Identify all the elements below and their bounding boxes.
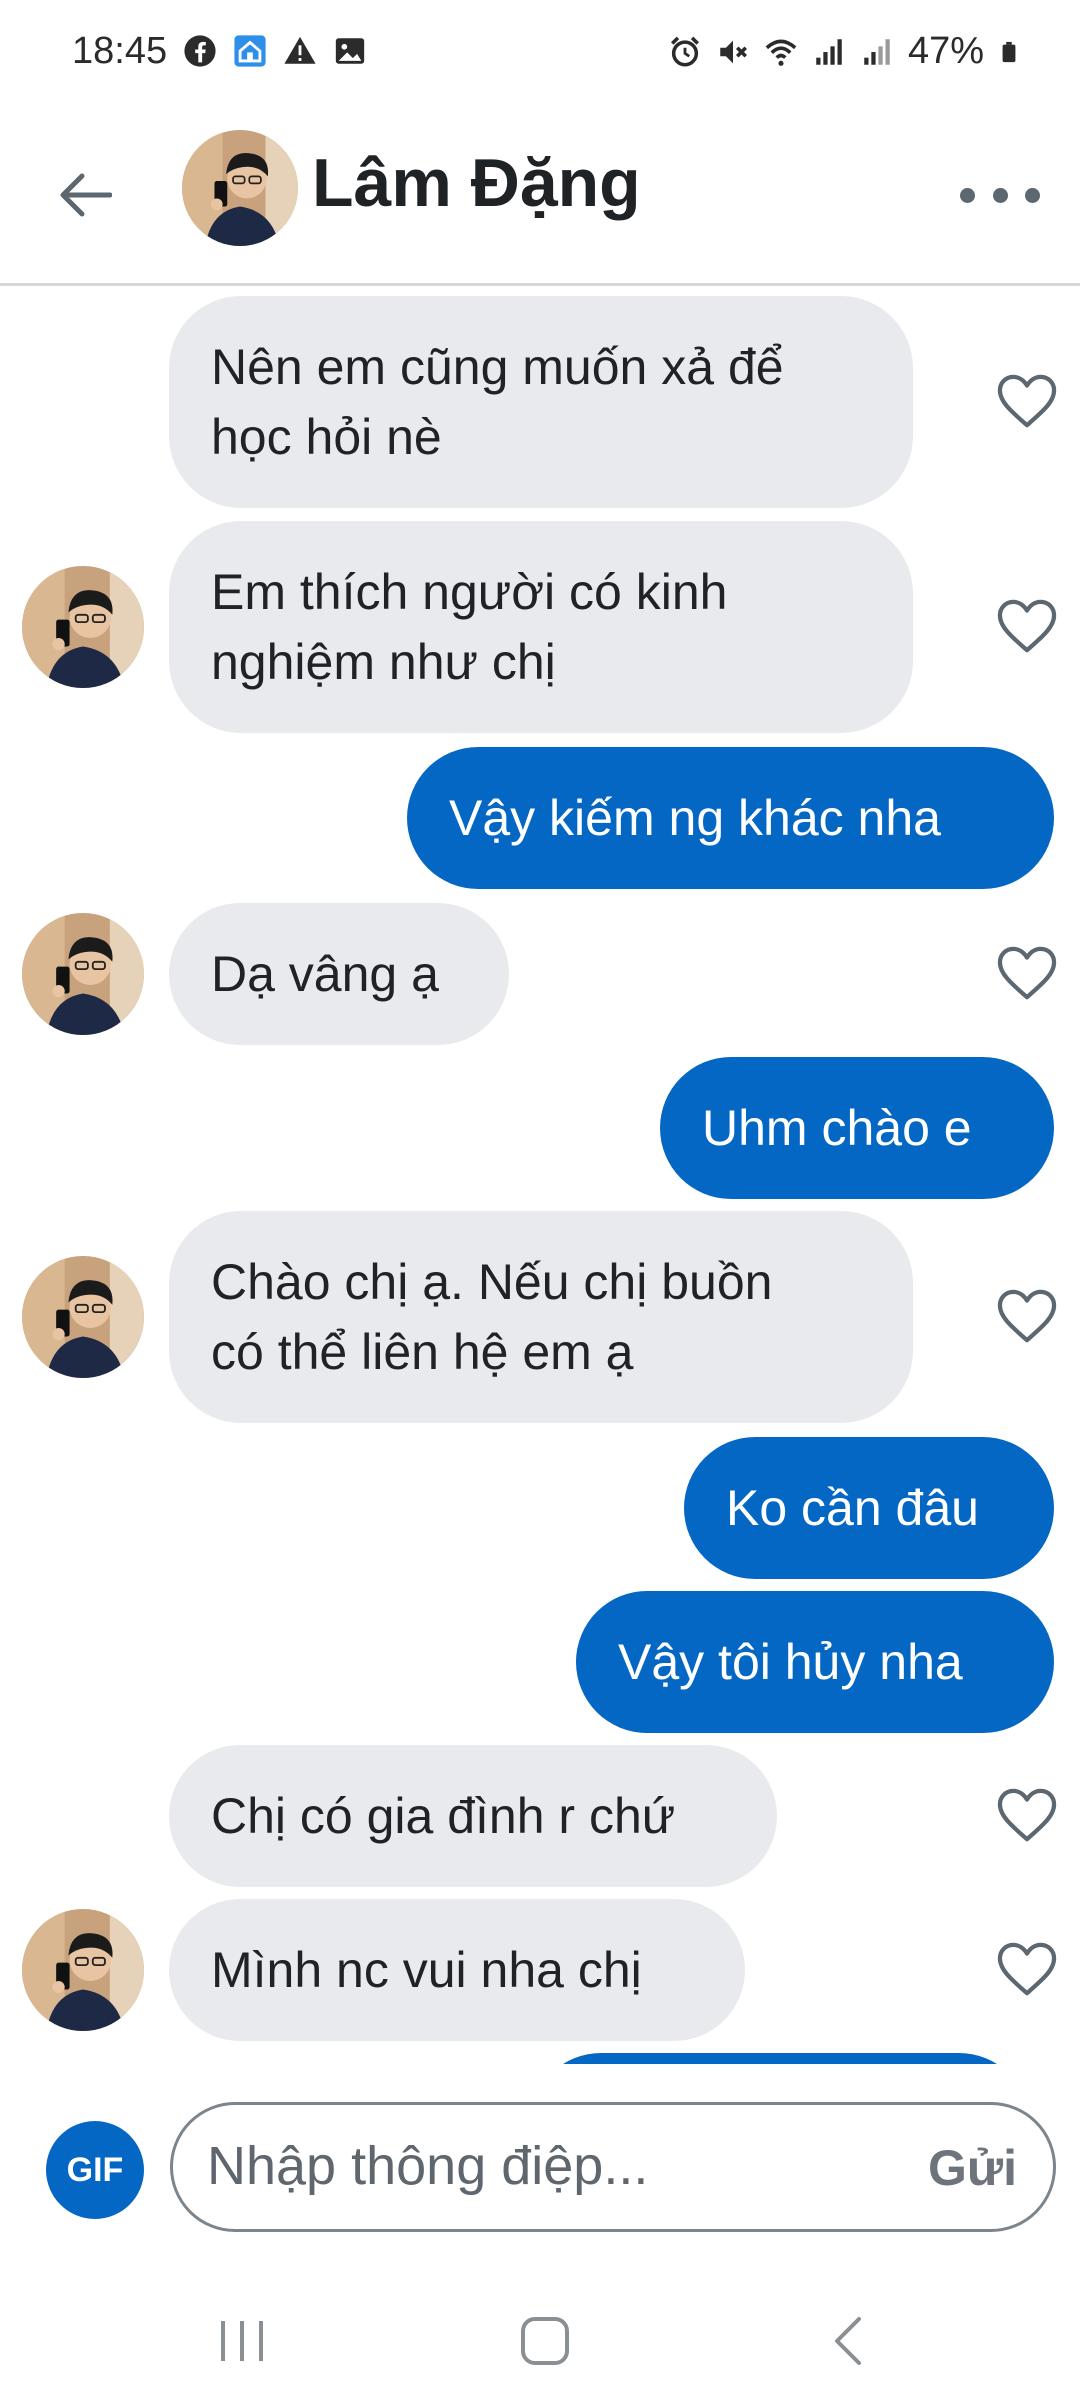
message-text: Vậy tôi hủy nha [618,1627,963,1697]
message-text: Chị có gia đình r chứ [211,1781,675,1851]
contact-avatar[interactable] [182,130,298,246]
gif-button[interactable]: GIF [46,2121,144,2219]
status-bar: 18:45 47% [0,0,1080,110]
home-notification-icon [234,35,266,67]
heart-icon[interactable] [996,1288,1058,1346]
heart-icon[interactable] [996,1941,1058,1999]
message-text: Chào chị ạ. Nếu chị buồn có thể liên hệ e… [211,1247,772,1387]
message-text-line: Chào chị ạ. Nếu chị buồn [211,1254,773,1310]
message-text-line: Dạ vâng ạ [211,946,439,1002]
status-time: 18:45 [72,30,168,72]
battery-icon [1002,41,1016,62]
wifi-icon [765,39,797,66]
system-navigation-bar [0,2270,1080,2400]
incoming-message-bubble[interactable]: Chị có gia đình r chứ [169,1745,777,1887]
recent-apps-button[interactable] [202,2306,282,2376]
heart-icon[interactable] [996,1787,1058,1845]
home-button[interactable] [505,2306,585,2376]
warning-icon [284,36,316,64]
message-text: Ko cần đâu [726,1473,979,1543]
incoming-message-bubble[interactable]: Mình nc vui nha chị [169,1899,745,2041]
message-text: Dạ vâng ạ [211,939,439,1009]
back-arrow-icon [60,173,112,217]
avatar[interactable] [22,566,144,688]
back-button[interactable] [50,160,120,230]
outgoing-message-bubble[interactable]: Vậy kiếm ng khác nha [407,747,1054,889]
status-right: 47% [668,30,1020,73]
avatar[interactable] [22,1256,144,1378]
message-text: Mình nc vui nha chị [211,1935,642,2005]
back-nav-button[interactable] [808,2306,888,2376]
message-text: Nên em cũng muốn xả để học hỏi nè [211,332,784,472]
recent-apps-icon [221,2321,263,2361]
mute-icon [720,40,747,63]
facebook-icon [184,35,216,67]
message-composer: GIF Nhập thông điệp... Gửi [0,2064,1080,2270]
more-options-button[interactable] [960,170,1040,220]
signal-icon [816,38,842,65]
message-list[interactable]: Nên em cũng muốn xả để học hỏi nè Em thích… [0,289,1080,2064]
outgoing-message-bubble[interactable]: Ko cần đâu [684,1437,1054,1579]
status-left-icons [183,34,367,68]
contact-name: Lâm Đặng [312,145,641,221]
message-text: Uhm chào e [702,1093,972,1163]
home-icon [521,2317,569,2365]
incoming-message-bubble[interactable]: Em thích người có kinh nghiệm như chị [169,521,913,733]
message-text: Em thích người có kinh nghiệm như chị [211,557,727,697]
message-text-line: Ko cần đâu [726,1480,979,1536]
message-input[interactable]: Nhập thông điệp... Gửi [170,2102,1056,2232]
message-text-line: Mình nc vui nha chị [211,1942,642,1998]
more-icon-dot [1025,187,1040,203]
message-text: Vậy kiếm ng khác nha [449,783,941,853]
image-icon [335,38,365,64]
chevron-left-icon [835,2317,861,2365]
message-text-line: có thể liên hệ em ạ [211,1324,634,1380]
more-icon-dot [992,187,1008,203]
heart-icon[interactable] [996,598,1058,656]
outgoing-message-bubble[interactable]: Uhm chào e [660,1057,1054,1199]
message-input-placeholder: Nhập thông điệp... [207,2136,649,2196]
avatar[interactable] [22,913,144,1035]
avatar-photo [182,130,298,246]
outgoing-message-bubble[interactable]: Vậy tôi hủy nha [576,1591,1054,1733]
send-button[interactable]: Gửi [928,2139,1017,2197]
message-text-line: Vậy tôi hủy nha [618,1634,963,1690]
heart-icon[interactable] [996,945,1058,1003]
avatar[interactable] [22,1909,144,2031]
signal-icon-2 [864,38,890,65]
message-text-line: Chị có gia đình r chứ [211,1788,676,1844]
message-text-line: Vậy kiếm ng khác nha [449,790,941,846]
message-text-line: Em thích người có kinh [211,564,728,620]
incoming-message-bubble[interactable]: Nên em cũng muốn xả để học hỏi nè [169,296,913,508]
heart-icon[interactable] [996,373,1058,431]
message-text-line: học hỏi nè [211,409,442,465]
chat-header: Lâm Đặng [0,110,1080,286]
message-text-line: Nên em cũng muốn xả để [211,339,784,395]
message-text-line: Uhm chào e [702,1100,972,1156]
alarm-icon [670,36,699,67]
outgoing-message-bubble-partial[interactable] [530,2053,1030,2064]
incoming-message-bubble[interactable]: Dạ vâng ạ [169,903,509,1045]
incoming-message-bubble[interactable]: Chào chị ạ. Nếu chị buồn có thể liên hệ e… [169,1211,913,1423]
message-text-line: nghiệm như chị [211,634,556,690]
battery-percentage: 47% [907,30,984,72]
more-icon-dot [960,187,975,203]
